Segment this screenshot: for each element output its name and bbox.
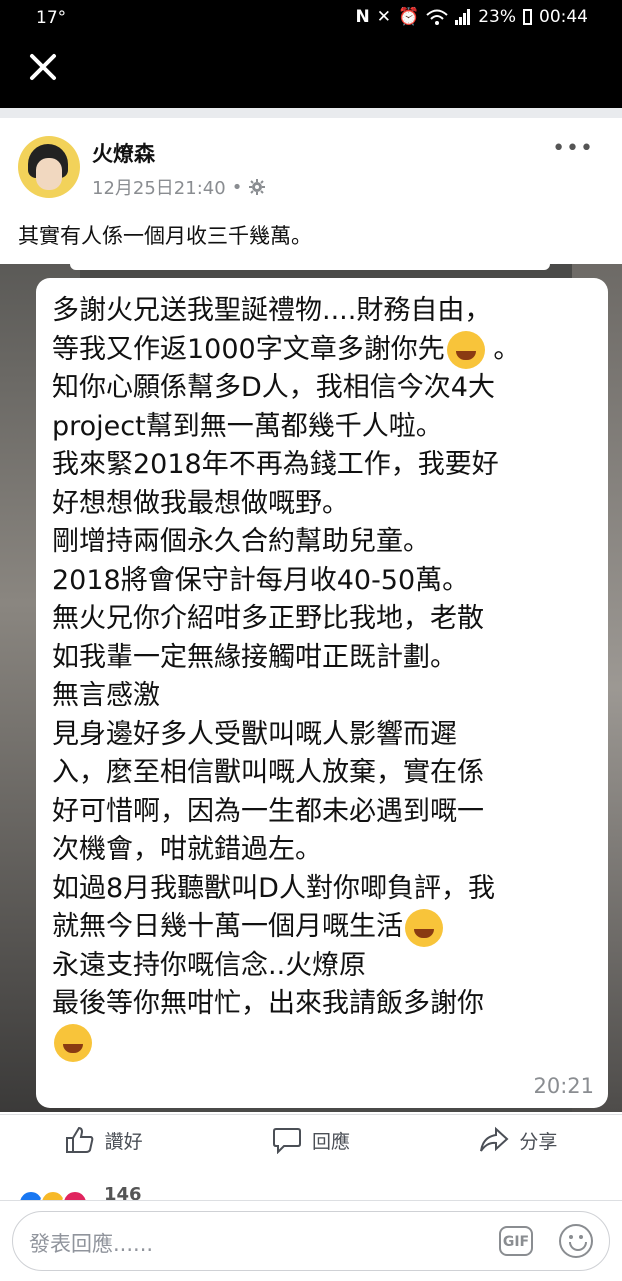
signal-icon [455, 9, 471, 25]
message-line: 無言感激 [52, 680, 160, 711]
viewer-top-bar [0, 36, 622, 108]
nfc-icon: N [355, 7, 370, 27]
like-button[interactable]: 讚好 [0, 1115, 207, 1165]
message-bubble: 多謝火兄送我聖誕禮物....財務自由， 等我又作返1000字文章多謝你先 。 知… [36, 278, 608, 1108]
post-actions: 讚好 回應 分享 [0, 1114, 622, 1165]
like-icon [65, 1126, 93, 1153]
message-line: 見身邊好多人受獸叫嘅人影響而遲 [52, 718, 457, 750]
message-line: 次機會，咁就錯過左。 [52, 834, 322, 865]
like-label: 讚好 [104, 1130, 143, 1153]
laughing-emoji-icon [446, 331, 485, 369]
meta-separator: • [231, 176, 243, 198]
mute-icon: ✕ [376, 7, 392, 27]
message-line: 入，麼至相信獸叫嘅人放棄，實在係 [52, 757, 484, 788]
post-text: 其實有人係一個月收三千幾萬。 [18, 224, 312, 248]
post-date[interactable]: 12月25日21:40 [92, 174, 226, 200]
comment-composer: 發表回應...... GIF [0, 1200, 622, 1281]
comment-button[interactable]: 回應 [207, 1115, 414, 1165]
message-line: 好想想做我最想做嘅野。 [52, 487, 349, 519]
message-line [52, 1024, 592, 1062]
message-time: 20:21 [533, 1074, 594, 1098]
alarm-icon: ⏰ [398, 7, 420, 27]
love-reaction-icon [62, 1190, 88, 1200]
post-photo[interactable]: 多謝火兄送我聖誕禮物....財務自由， 等我又作返1000字文章多謝你先 。 知… [0, 264, 622, 1112]
message-line: 我來緊2018年不再為錢工作，我要好 [52, 449, 499, 480]
post-author[interactable]: 火燎森 [92, 138, 155, 168]
battery-percent: 23% [478, 7, 516, 27]
message-line: 如我輩一定無緣接觸咁正既計劃。 [52, 641, 457, 673]
more-icon[interactable]: ••• [552, 136, 594, 161]
status-temperature: 17° [36, 8, 67, 28]
share-button[interactable]: 分享 [415, 1115, 622, 1165]
message-line: 2018將會保守計每月收40-50萬。 [52, 564, 470, 596]
message-line: 永遠支持你嘅信念..火燎原 [52, 949, 367, 981]
share-label: 分享 [519, 1130, 558, 1153]
gif-button[interactable]: GIF [499, 1226, 533, 1256]
message-line: project幫到無一萬都幾千人啦。 [52, 410, 443, 442]
message-line: 無火兄你介紹咁多正野比我地，老散 [52, 603, 484, 634]
settings-icon [249, 179, 266, 195]
battery-icon [523, 9, 532, 25]
message-line: 剛增持兩個永久合約幫助兒童。 [52, 526, 430, 557]
close-icon[interactable] [26, 50, 60, 84]
message-line: 好可惜啊，因為一生都未必遇到嘅一 [52, 795, 484, 827]
message-line: 知你心願係幫多D人，我相信今次4大 [52, 372, 495, 403]
wifi-icon [426, 9, 448, 25]
message-line: 就無今日幾十萬一個月嘅生活 [52, 908, 592, 947]
avatar[interactable] [18, 136, 80, 198]
comment-input[interactable]: 發表回應...... GIF [12, 1211, 610, 1271]
post-meta: 12月25日21:40 • [92, 174, 266, 200]
smiling-emoji-icon [54, 1024, 92, 1062]
message-line: 等我又作返1000字文章多謝你先 。 [52, 331, 592, 369]
emoji-icon[interactable] [559, 1224, 593, 1258]
reactions-summary[interactable]: 146 [0, 1170, 622, 1200]
share-icon [480, 1126, 509, 1152]
grinning-emoji-icon [405, 908, 443, 947]
comment-placeholder: 發表回應...... [29, 1232, 154, 1256]
post-card: 火燎森 12月25日21:40 • ••• 其實有人係一個月收三千幾萬。 多謝火… [0, 118, 622, 1170]
reaction-count: 146 [104, 1184, 142, 1200]
comment-label: 回應 [311, 1130, 350, 1153]
message-line: 多謝火兄送我聖誕禮物....財務自由， [52, 295, 492, 326]
comment-icon [272, 1128, 301, 1154]
status-bar: 17° N ✕ ⏰ 23% 00:44 [0, 0, 622, 36]
message-line: 如過8月我聽獸叫D人對你唧負評，我 [52, 872, 495, 904]
status-time: 00:44 [539, 7, 588, 27]
message-line: 最後等你無咁忙，出來我請飯多謝你 [52, 988, 484, 1019]
